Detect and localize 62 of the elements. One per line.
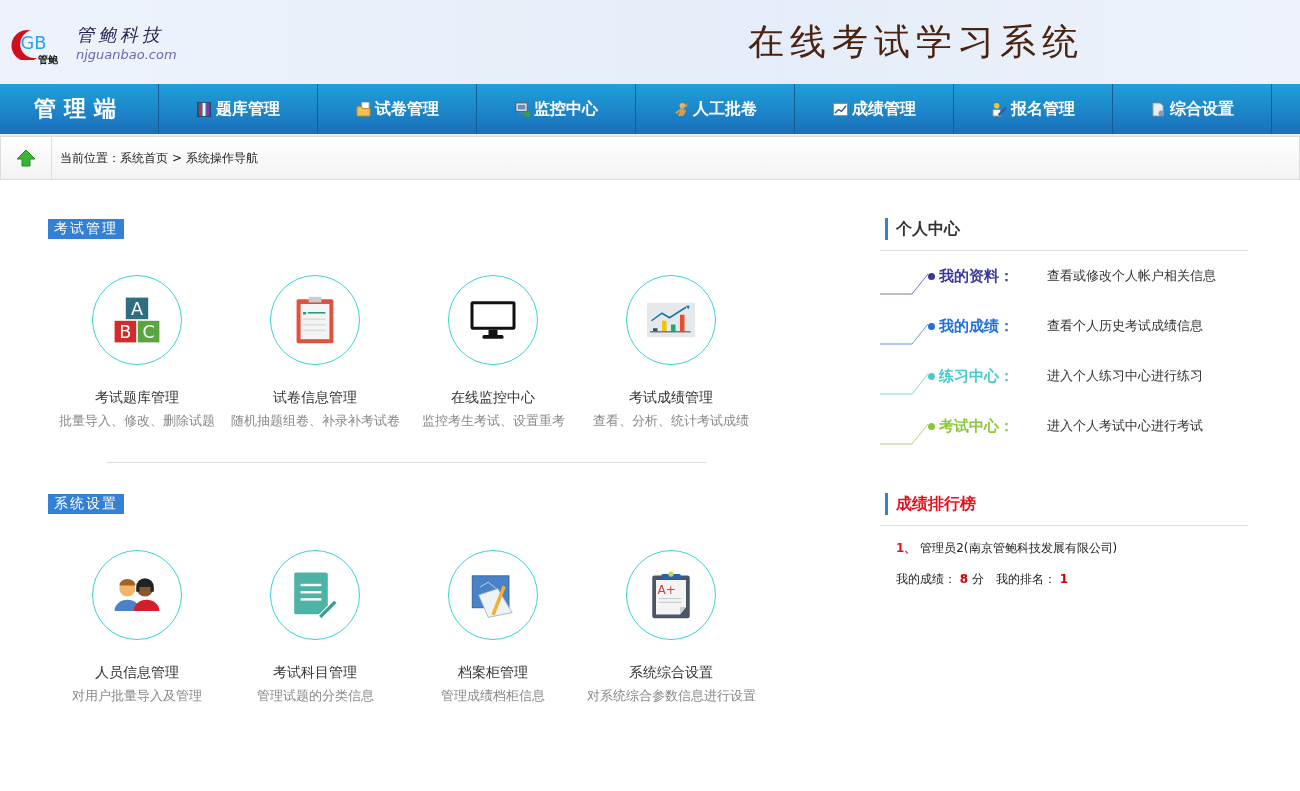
- score-label: 我的成绩：: [896, 572, 956, 586]
- company-name: 管鲍科技: [76, 22, 165, 47]
- chart-icon: [832, 101, 848, 117]
- nav-item[interactable]: 人工批卷: [636, 84, 795, 134]
- rank-number: 1、: [896, 541, 917, 555]
- leader-line: [880, 421, 930, 445]
- nav-item[interactable]: 报名管理: [954, 84, 1113, 134]
- module-description: 批量导入、修改、删除试题: [59, 413, 215, 430]
- nav-brand: 管理端: [0, 84, 159, 134]
- leader-line: [880, 371, 930, 395]
- pencil-icon: [991, 101, 1007, 117]
- leader-line: [880, 321, 930, 345]
- personal-link[interactable]: 我的资料：: [939, 266, 1047, 286]
- module-description: 管理成绩档柜信息: [441, 688, 545, 705]
- module-title[interactable]: 考试科目管理: [273, 664, 357, 682]
- system-title: 在线考试学习系统: [748, 19, 1084, 64]
- module-description: 监控考生考试、设置重考: [421, 413, 565, 430]
- module-title[interactable]: 考试成绩管理: [629, 389, 713, 407]
- module-title[interactable]: 人员信息管理: [95, 664, 179, 682]
- breadcrumb-link[interactable]: 系统首页: [120, 149, 168, 167]
- computer-icon: [514, 101, 530, 117]
- module-description: 管理试题的分类信息: [256, 688, 374, 705]
- panel-title: 成绩排行榜: [896, 493, 976, 515]
- score-value: 8: [959, 572, 969, 586]
- module-description: 对用户批量导入及管理: [72, 688, 202, 705]
- module-description: 对系统综合参数信息进行设置: [586, 688, 756, 705]
- rank-value: 1: [1059, 572, 1069, 586]
- module-description: 查看、分析、统计考试成绩: [593, 413, 749, 430]
- panel-title: 个人中心: [896, 218, 960, 240]
- books-icon: [196, 101, 212, 117]
- score-unit: 分: [972, 572, 984, 586]
- link-description: 查看个人历史考试成绩信息: [1047, 317, 1203, 335]
- module-title[interactable]: 档案柜管理: [458, 664, 528, 682]
- document-gear-icon: [1150, 101, 1166, 117]
- rank-name: 管理员2(南京管鲍科技发展有限公司): [920, 541, 1118, 555]
- module-description: 随机抽题组卷、补录补考试卷: [230, 413, 400, 430]
- website-text: njguanbao.com: [76, 46, 177, 62]
- link-description: 进入个人练习中心进行练习: [1047, 367, 1203, 385]
- folder-icon: [355, 101, 371, 117]
- section-title: 考试管理: [48, 219, 124, 239]
- nav-item[interactable]: 监控中心: [477, 84, 636, 134]
- notepad-pencil-icon: [291, 571, 339, 619]
- breadcrumb-label: 当前位置：: [60, 149, 120, 167]
- module-title[interactable]: 系统综合设置: [629, 664, 713, 682]
- breadcrumb-separator: >: [172, 151, 183, 165]
- link-description: 查看或修改个人帐户相关信息: [1047, 267, 1216, 285]
- up-arrow-icon[interactable]: [16, 149, 36, 167]
- section-title: 系统设置: [48, 494, 124, 514]
- module-title[interactable]: 考试题库管理: [95, 389, 179, 407]
- module-title[interactable]: 试卷信息管理: [273, 389, 357, 407]
- nav-item[interactable]: 综合设置: [1113, 84, 1272, 134]
- person-icon: [673, 101, 689, 117]
- personal-link[interactable]: 我的成绩：: [939, 316, 1047, 336]
- nav-item[interactable]: 试卷管理: [318, 84, 477, 134]
- logo-text: 管鲍: [38, 52, 58, 67]
- rank-label: 我的排名：: [995, 572, 1056, 586]
- leader-line: [880, 271, 930, 295]
- link-description: 进入个人考试中心进行考试: [1047, 417, 1203, 435]
- nav-item[interactable]: 题库管理: [159, 84, 318, 134]
- nav-item[interactable]: 成绩管理: [795, 84, 954, 134]
- module-title[interactable]: 在线监控中心: [451, 389, 535, 407]
- breadcrumb-link[interactable]: 系统操作导航: [186, 149, 259, 167]
